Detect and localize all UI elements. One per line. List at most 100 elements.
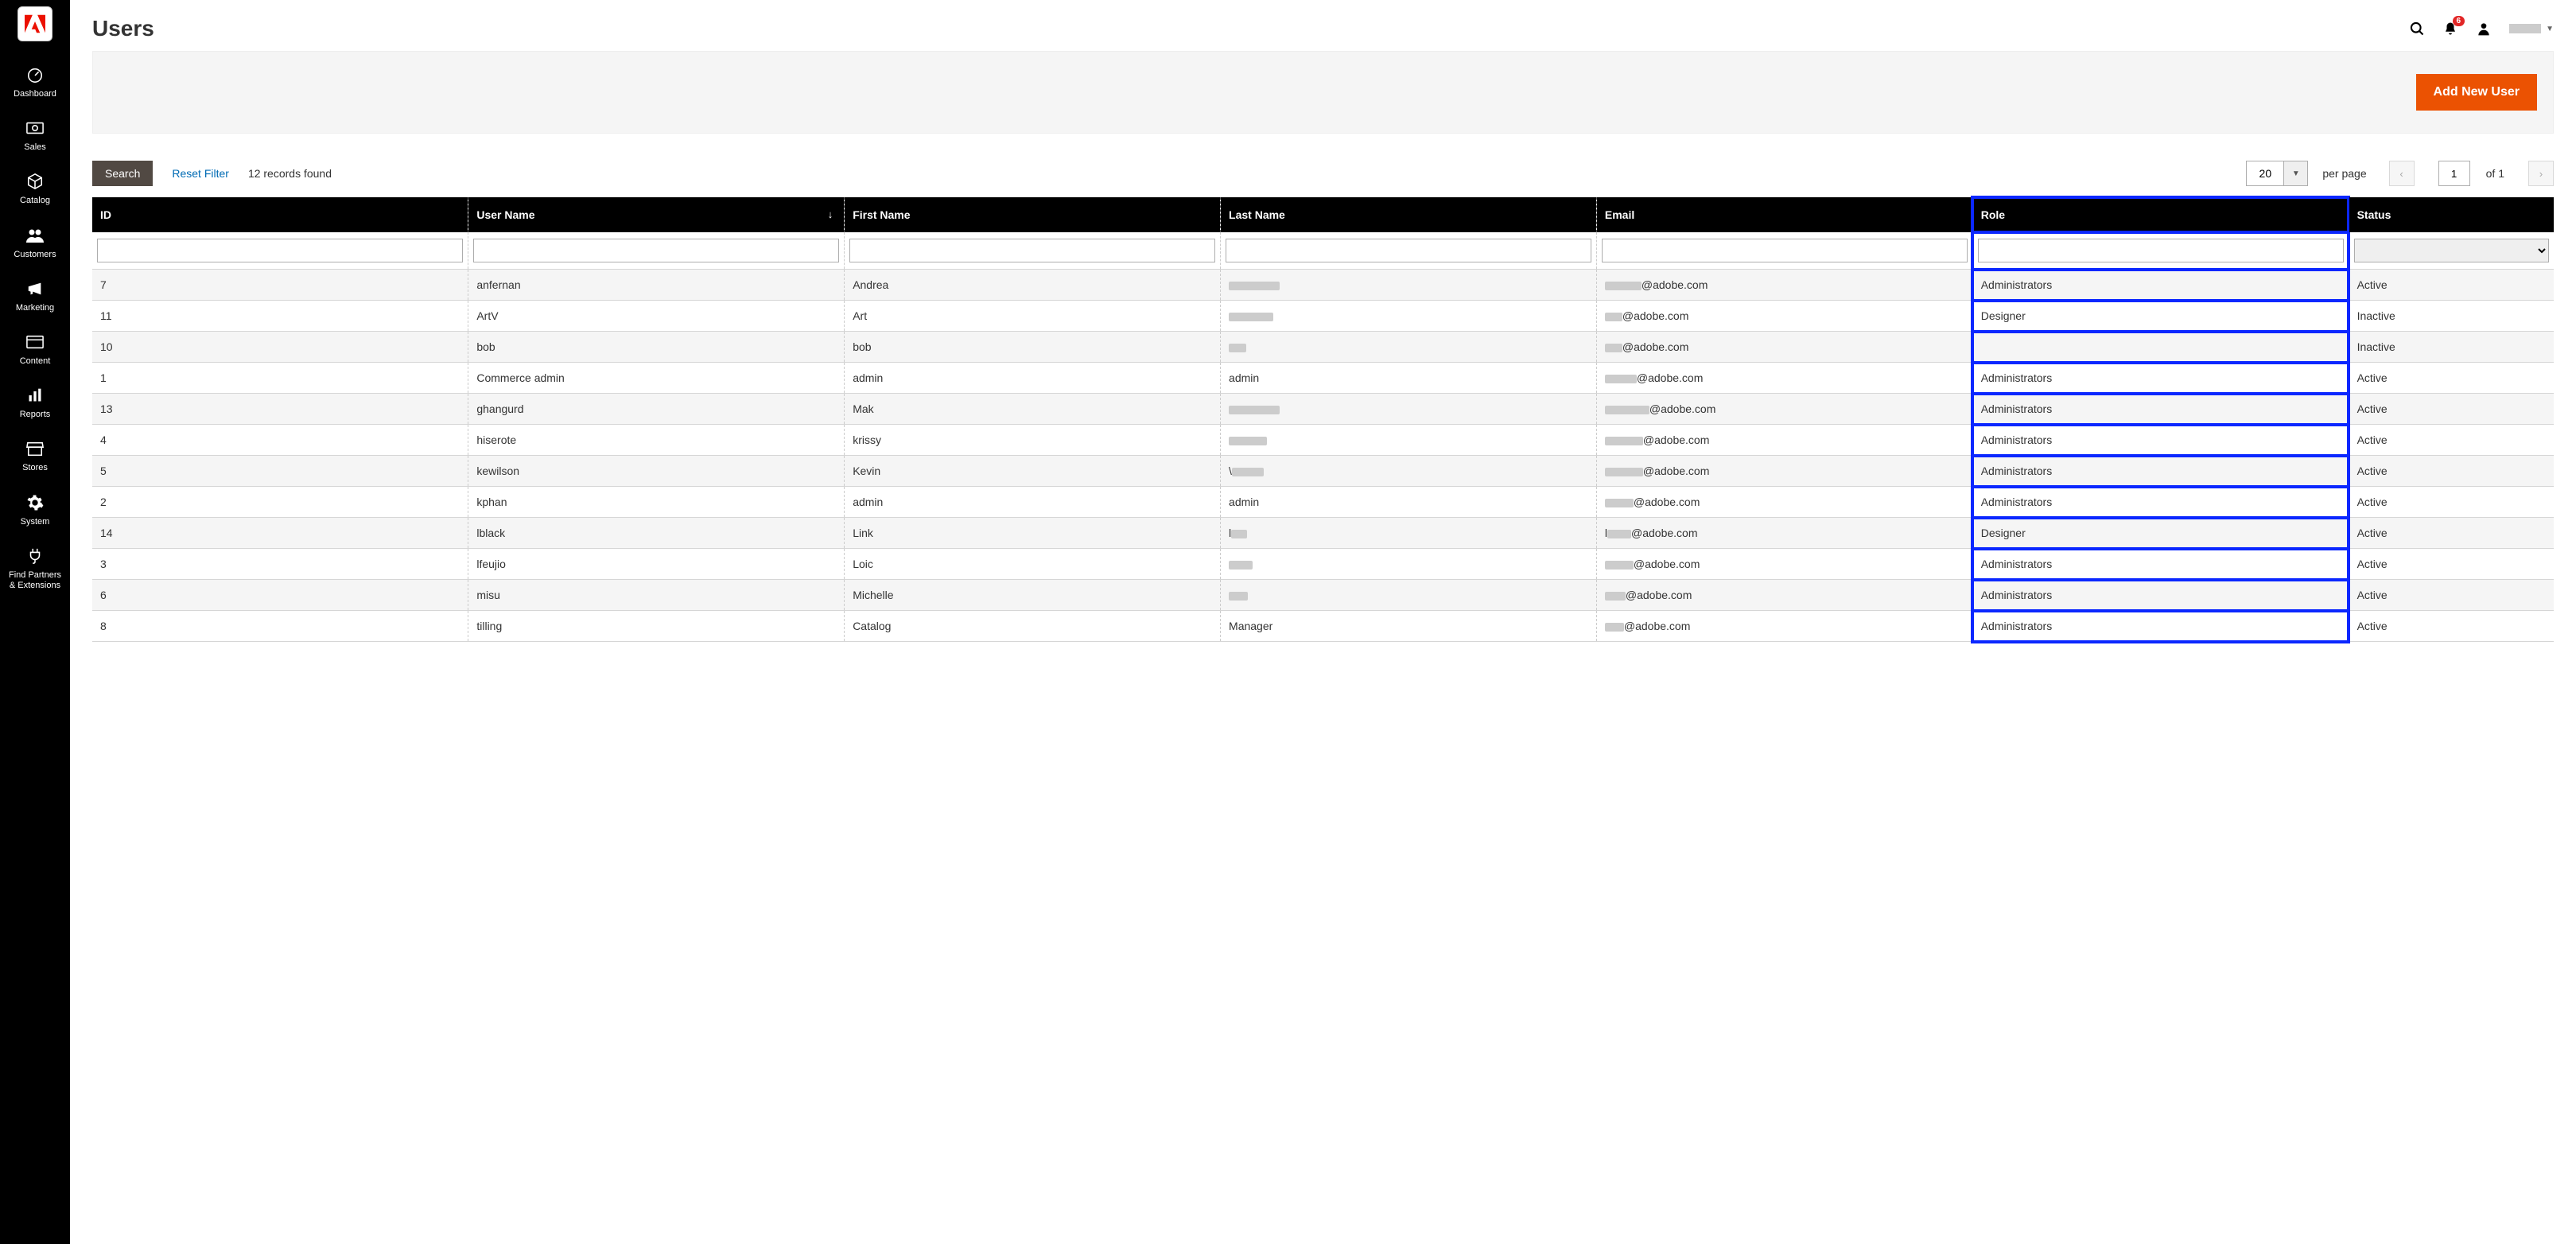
nav-item-reports[interactable]: Reports xyxy=(0,376,70,430)
pager-page-input[interactable] xyxy=(2438,161,2470,186)
cell-status: Inactive xyxy=(2349,301,2554,332)
col-header-email[interactable]: Email xyxy=(1596,197,1972,232)
cell-user: misu xyxy=(468,580,845,611)
nav-label: Dashboard xyxy=(14,89,56,99)
table-row[interactable]: 1Commerce adminadminadmin@adobe.comAdmin… xyxy=(92,363,2554,394)
table-row[interactable]: 2kphanadminadmin@adobe.comAdministrators… xyxy=(92,487,2554,518)
per-page-input[interactable] xyxy=(2246,161,2284,186)
cell-id: 11 xyxy=(92,301,468,332)
nav-item-catalog[interactable]: Catalog xyxy=(0,162,70,216)
table-row[interactable]: 5kewilsonKevin\@adobe.comAdministratorsA… xyxy=(92,456,2554,487)
cell-first: admin xyxy=(845,487,1221,518)
col-header-id[interactable]: ID xyxy=(92,197,468,232)
cell-last xyxy=(1221,332,1597,363)
filter-input-email[interactable] xyxy=(1602,239,1968,262)
reset-filter-link[interactable]: Reset Filter xyxy=(172,167,229,180)
cell-first: bob xyxy=(845,332,1221,363)
cell-first: Kevin xyxy=(845,456,1221,487)
cell-last xyxy=(1221,580,1597,611)
nav-item-find[interactable]: Find Partners & Extensions xyxy=(0,537,70,601)
money-icon xyxy=(25,119,45,138)
nav-item-sales[interactable]: Sales xyxy=(0,109,70,162)
table-row[interactable]: 7anfernanAndrea@adobe.comAdministratorsA… xyxy=(92,270,2554,301)
cell-first: Andrea xyxy=(845,270,1221,301)
nav-label: Sales xyxy=(24,142,46,153)
table-row[interactable]: 13ghangurdMak@adobe.comAdministratorsAct… xyxy=(92,394,2554,425)
search-button[interactable]: Search xyxy=(92,161,153,186)
grid-controls: Search Reset Filter 12 records found ▼ p… xyxy=(92,161,2554,186)
cell-first: Loic xyxy=(845,549,1221,580)
people-icon xyxy=(25,226,45,245)
cell-last: admin xyxy=(1221,363,1597,394)
filter-select-status[interactable] xyxy=(2354,239,2549,262)
cell-email: @adobe.com xyxy=(1596,332,1972,363)
nav-item-system[interactable]: System xyxy=(0,484,70,537)
records-found-label: 12 records found xyxy=(248,167,332,180)
add-new-user-button[interactable]: Add New User xyxy=(2416,74,2537,111)
chevron-right-icon: › xyxy=(2539,168,2543,180)
cell-email: @adobe.com xyxy=(1596,580,1972,611)
table-row[interactable]: 6misuMichelle@adobe.comAdministratorsAct… xyxy=(92,580,2554,611)
notifications-icon[interactable]: 6 xyxy=(2442,21,2458,37)
cell-user: anfernan xyxy=(468,270,845,301)
cell-last xyxy=(1221,425,1597,456)
col-header-first[interactable]: First Name xyxy=(845,197,1221,232)
cell-status: Active xyxy=(2349,456,2554,487)
account-icon[interactable] xyxy=(2476,21,2492,37)
col-header-user[interactable]: User Name↓ xyxy=(468,197,845,232)
pager-next-button[interactable]: › xyxy=(2528,161,2554,186)
cell-role: Administrators xyxy=(1972,394,2349,425)
cell-user: Commerce admin xyxy=(468,363,845,394)
cell-role: Administrators xyxy=(1972,270,2349,301)
cell-last xyxy=(1221,394,1597,425)
nav-label: System xyxy=(21,517,50,527)
nav-label: Reports xyxy=(20,410,51,420)
cell-status: Active xyxy=(2349,487,2554,518)
table-row[interactable]: 8tillingCatalogManager@adobe.comAdminist… xyxy=(92,611,2554,642)
cell-status: Active xyxy=(2349,394,2554,425)
per-page-dropdown-button[interactable]: ▼ xyxy=(2284,161,2308,186)
col-header-status[interactable]: Status xyxy=(2349,197,2554,232)
search-icon[interactable] xyxy=(2409,21,2425,37)
nav-item-marketing[interactable]: Marketing xyxy=(0,270,70,323)
pager-prev-button[interactable]: ‹ xyxy=(2389,161,2415,186)
cell-email: l@adobe.com xyxy=(1596,518,1972,549)
filter-input-user[interactable] xyxy=(473,239,839,262)
filter-input-first[interactable] xyxy=(849,239,1215,262)
cell-last: Manager xyxy=(1221,611,1597,642)
cell-id: 6 xyxy=(92,580,468,611)
nav-item-content[interactable]: Content xyxy=(0,323,70,376)
table-row[interactable]: 4hiserotekrissy@adobe.comAdministratorsA… xyxy=(92,425,2554,456)
cell-role xyxy=(1972,332,2349,363)
nav-item-customers[interactable]: Customers xyxy=(0,216,70,270)
cell-id: 2 xyxy=(92,487,468,518)
filter-input-last[interactable] xyxy=(1226,239,1591,262)
table-row[interactable]: 11ArtVArt@adobe.comDesignerInactive xyxy=(92,301,2554,332)
table-header-row: IDUser Name↓First NameLast NameEmailRole… xyxy=(92,197,2554,232)
user-name-placeholder xyxy=(2509,24,2541,33)
filter-input-id[interactable] xyxy=(97,239,463,262)
nav-item-dashboard[interactable]: Dashboard xyxy=(0,56,70,109)
nav-item-stores[interactable]: Stores xyxy=(0,430,70,483)
user-menu[interactable]: ▼ xyxy=(2509,24,2554,33)
cell-first: Art xyxy=(845,301,1221,332)
col-header-role[interactable]: Role xyxy=(1972,197,2349,232)
cell-status: Active xyxy=(2349,518,2554,549)
adobe-logo[interactable] xyxy=(17,6,52,41)
cell-user: bob xyxy=(468,332,845,363)
col-header-last[interactable]: Last Name xyxy=(1221,197,1597,232)
table-row[interactable]: 14lblackLinkll@adobe.comDesignerActive xyxy=(92,518,2554,549)
sidebar: Dashboard Sales CatalogCustomersMarketingC… xyxy=(0,0,70,1244)
megaphone-icon xyxy=(25,279,45,298)
table-row[interactable]: 10bobbob@adobe.comInactive xyxy=(92,332,2554,363)
cell-status: Active xyxy=(2349,425,2554,456)
cell-last: admin xyxy=(1221,487,1597,518)
filter-input-role[interactable] xyxy=(1978,239,2344,262)
cell-user: kphan xyxy=(468,487,845,518)
cell-id: 1 xyxy=(92,363,468,394)
cell-user: ghangurd xyxy=(468,394,845,425)
table-row[interactable]: 3lfeujioLoic@adobe.comAdministratorsActi… xyxy=(92,549,2554,580)
cell-email: @adobe.com xyxy=(1596,270,1972,301)
cell-role: Administrators xyxy=(1972,425,2349,456)
cell-last xyxy=(1221,301,1597,332)
